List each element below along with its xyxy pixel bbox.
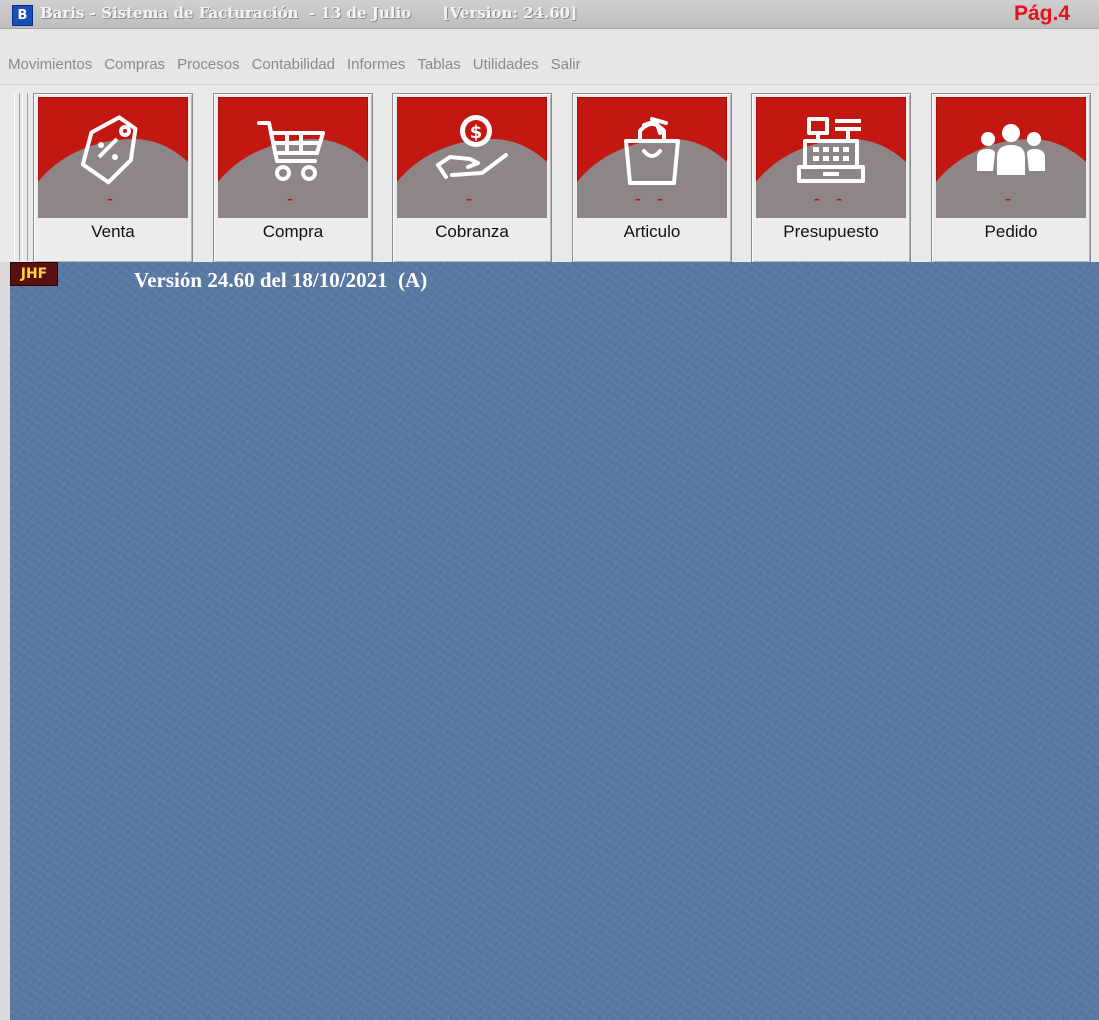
button-image: – — [936, 97, 1086, 218]
menu-bar: Movimientos Compras Procesos Contabilida… — [0, 44, 1099, 84]
menu-item-contabilidad[interactable]: Contabilidad — [246, 56, 341, 73]
compra-label: Compra — [262, 222, 324, 241]
button-image: – – — [756, 97, 906, 218]
compra-button[interactable]: – Compra — [213, 93, 373, 263]
venta-label: Venta — [91, 222, 135, 241]
menu-item-utilidades[interactable]: Utilidades — [467, 56, 545, 73]
menu-item-informes[interactable]: Informes — [341, 56, 411, 73]
menu-item-compras[interactable]: Compras — [98, 56, 171, 73]
menu-item-tablas[interactable]: Tablas — [411, 56, 466, 73]
hand-coin-icon: $ — [436, 115, 508, 179]
group-people-icon — [977, 124, 1045, 175]
window-title: Baris - Sistema de Facturación - 13 de J… — [40, 4, 578, 22]
cobranza-button[interactable]: $ – Cobranza — [392, 93, 552, 263]
app-icon[interactable]: B — [12, 5, 33, 26]
button-image: – — [218, 97, 368, 218]
price-tag-icon — [80, 115, 138, 185]
toolbar-grip[interactable] — [22, 93, 28, 261]
presupuesto-label: Presupuesto — [783, 222, 879, 241]
button-image: – – — [577, 97, 727, 218]
title-bar: B Baris - Sistema de Facturación - 13 de… — [0, 0, 1099, 29]
cobranza-label: Cobranza — [435, 222, 509, 241]
menu-item-salir[interactable]: Salir — [545, 56, 587, 73]
shopping-cart-icon — [257, 121, 325, 181]
version-text: Versión 24.60 del 18/10/2021 (A) — [134, 268, 428, 292]
toolbar: – Venta – Compra $ – Cobranza – – Articu… — [0, 84, 1099, 263]
articulo-label: Articulo — [623, 222, 681, 241]
menu-item-procesos[interactable]: Procesos — [171, 56, 246, 73]
pedido-button[interactable]: – Pedido — [931, 93, 1091, 263]
shopping-bag-icon — [624, 117, 680, 185]
menu-item-movimientos[interactable]: Movimientos — [2, 56, 98, 73]
articulo-button[interactable]: – – Articulo — [572, 93, 732, 263]
page-label: Pág.4 — [1014, 2, 1071, 25]
toolbar-grip[interactable] — [14, 93, 20, 261]
main-workspace: JHF Versión 24.60 del 18/10/2021 (A) — [10, 262, 1099, 1020]
pedido-label: Pedido — [984, 222, 1038, 241]
svg-text:$: $ — [470, 122, 483, 143]
venta-button[interactable]: – Venta — [33, 93, 193, 263]
button-image: – — [38, 97, 188, 218]
cash-register-icon — [797, 117, 865, 183]
presupuesto-button[interactable]: – – Presupuesto — [751, 93, 911, 263]
button-image: $ – — [397, 97, 547, 218]
jhf-badge: JHF — [10, 262, 58, 286]
left-border — [0, 262, 10, 1020]
